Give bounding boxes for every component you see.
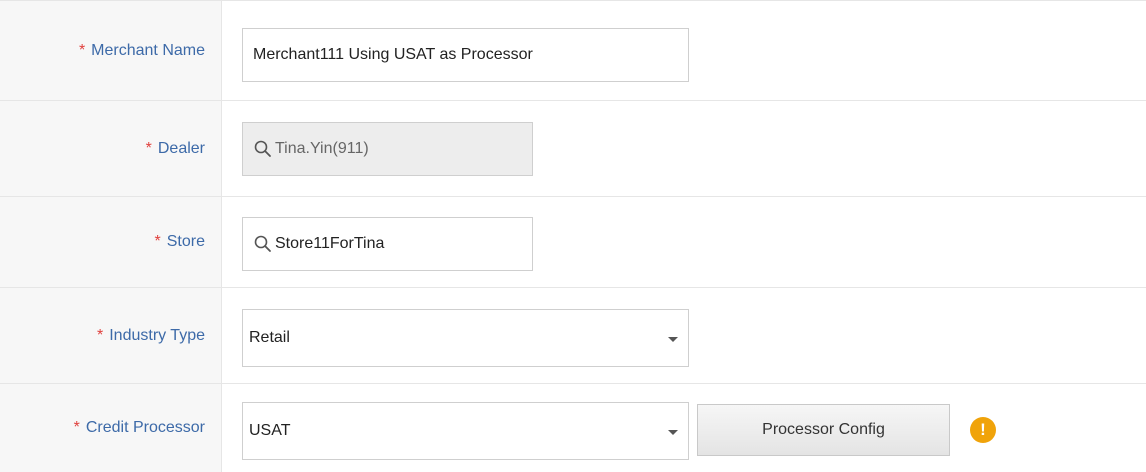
industry-type-row: * Industry Type Retail (0, 288, 1146, 384)
industry-type-label-text: Industry Type (109, 326, 205, 344)
search-icon (254, 235, 271, 252)
processor-config-button[interactable]: Processor Config (697, 404, 950, 456)
dealer-value: Tina.Yin(911) (275, 140, 369, 157)
dealer-search-field[interactable]: Tina.Yin(911) (242, 122, 533, 176)
chevron-down-icon (668, 337, 678, 342)
merchant-name-value: Merchant111 Using USAT as Processor (253, 46, 533, 63)
required-marker: * (97, 326, 104, 344)
credit-processor-row: * Credit Processor USAT Processor Config… (0, 384, 1146, 472)
industry-type-value: Retail (249, 329, 290, 346)
store-label: * Store (0, 197, 222, 287)
store-row: * Store Store11ForTina (0, 197, 1146, 288)
dealer-label: * Dealer (0, 101, 222, 196)
credit-processor-label: * Credit Processor (0, 384, 222, 472)
credit-processor-label-text: Credit Processor (85, 419, 205, 436)
merchant-form: * Merchant Name Merchant111 Using USAT a… (0, 0, 1146, 472)
industry-type-select[interactable]: Retail (242, 309, 689, 367)
credit-processor-select[interactable]: USAT (242, 402, 689, 460)
merchant-name-input[interactable]: Merchant111 Using USAT as Processor (242, 28, 689, 82)
credit-processor-value: USAT (249, 422, 291, 439)
store-search-field[interactable]: Store11ForTina (242, 217, 533, 271)
chevron-down-icon (668, 430, 678, 435)
warning-icon[interactable]: ! (970, 417, 996, 443)
store-label-text: Store (166, 233, 205, 250)
dealer-label-text: Dealer (157, 139, 205, 157)
required-marker: * (73, 419, 80, 436)
merchant-name-row: * Merchant Name Merchant111 Using USAT a… (0, 1, 1146, 101)
required-marker: * (145, 139, 152, 157)
required-marker: * (154, 233, 161, 250)
dealer-row: * Dealer Tina.Yin(911) (0, 101, 1146, 197)
merchant-name-label: * Merchant Name (0, 1, 222, 100)
search-icon (254, 140, 271, 157)
industry-type-label: * Industry Type (0, 288, 222, 383)
merchant-name-label-text: Merchant Name (91, 41, 205, 59)
required-marker: * (78, 41, 86, 59)
store-value: Store11ForTina (275, 235, 385, 252)
